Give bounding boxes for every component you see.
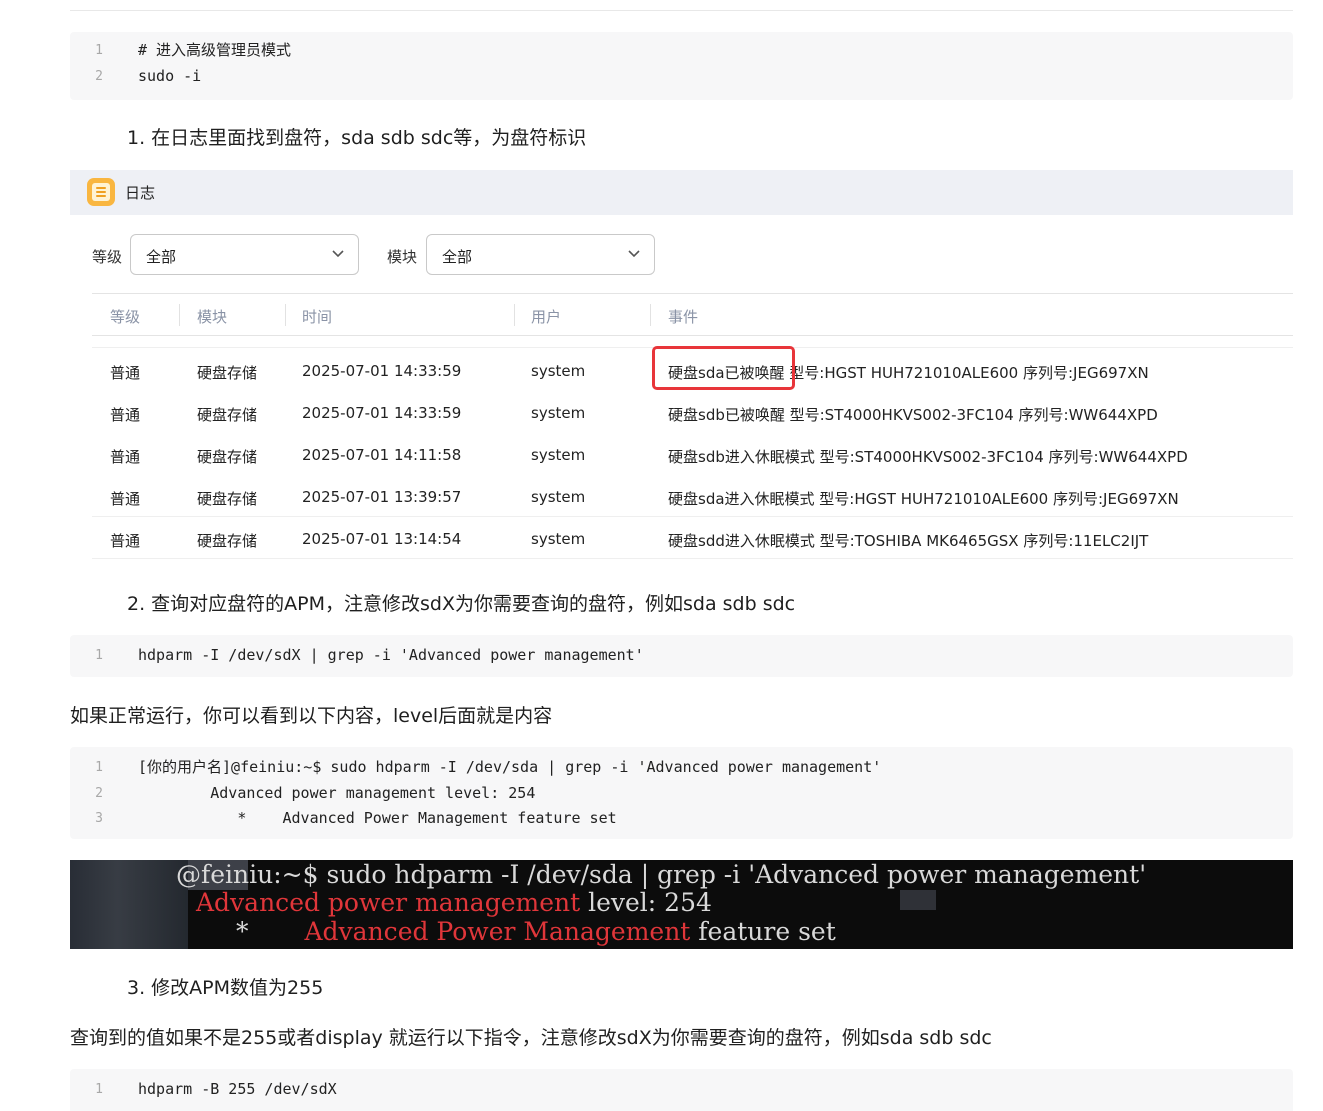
module-filter-label: 模块 (387, 248, 418, 266)
paragraph-expected-output: 如果正常运行，你可以看到以下内容，level后面就是内容 (70, 705, 553, 727)
column-separator (650, 304, 651, 326)
column-separator (179, 304, 180, 326)
log-icon (87, 178, 115, 206)
chevron-down-icon (332, 250, 344, 258)
cell-event: 硬盘sda进入休眠模式 型号:HGST HUH721010ALE600 序列号:… (668, 490, 1179, 508)
code-line: 1 [你的用户名]@feiniu:~$ sudo hdparm -I /dev/s… (70, 755, 1293, 781)
code-block-sample-output: 1 [你的用户名]@feiniu:~$ sudo hdparm -I /dev/s… (70, 747, 1293, 839)
cell-module: 硬盘存储 (197, 406, 258, 424)
terminal-highlight: Advanced Power Management (304, 917, 691, 946)
code-block-set-apm: 1 hdparm -B 255 /dev/sdX (70, 1069, 1293, 1111)
column-header-user: 用户 (531, 308, 562, 326)
cell-user: system (531, 530, 586, 548)
cell-level: 普通 (110, 532, 141, 550)
terminal-highlight: Advanced power management (196, 888, 581, 917)
cell-time: 2025-07-01 14:11:58 (302, 446, 462, 464)
step-3-heading: 3. 修改APM数值为255 (127, 977, 324, 999)
level-filter-value: 全部 (146, 248, 177, 266)
top-divider (70, 10, 1293, 11)
code-line: 1 hdparm -I /dev/sdX | grep -i 'Advanced … (70, 643, 1293, 669)
cell-user: system (531, 446, 586, 464)
table-top-border (92, 293, 1293, 294)
level-filter-label: 等级 (92, 248, 123, 266)
line-number: 1 (95, 43, 103, 58)
terminal-text: feature set (690, 917, 836, 946)
cell-module: 硬盘存储 (197, 448, 258, 466)
terminal-line-command: @feiniu:~$ sudo hdparm -I /dev/sda | gre… (176, 860, 1147, 889)
code-text: Advanced power management level: 254 (138, 783, 536, 802)
terminal-line-feature: * Advanced Power Management feature set (236, 917, 836, 946)
chevron-down-icon (628, 250, 640, 258)
log-panel-header: 日志 (70, 170, 1293, 215)
paragraph-run-command: 查询到的值如果不是255或者display 就运行以下指令，注意修改sdX为你需… (70, 1027, 992, 1049)
level-filter-select[interactable]: 全部 (130, 234, 359, 275)
log-panel-title: 日志 (125, 184, 156, 202)
column-header-level: 等级 (110, 308, 141, 326)
cell-level: 普通 (110, 406, 141, 424)
cell-time: 2025-07-01 13:14:54 (302, 530, 462, 548)
line-number: 3 (95, 811, 103, 826)
code-line: 3 * Advanced Power Management feature se… (70, 806, 1293, 832)
terminal-text: level: 254 (580, 888, 712, 917)
column-header-time: 时间 (302, 308, 333, 326)
cell-event: 硬盘sdb进入休眠模式 型号:ST4000HKVS002-3FC104 序列号:… (668, 448, 1188, 466)
redacted-username (70, 860, 188, 949)
cell-user: system (531, 488, 586, 506)
code-line: 2 Advanced power management level: 254 (70, 781, 1293, 807)
cell-module: 硬盘存储 (197, 364, 258, 382)
cell-event: 硬盘sdd进入休眠模式 型号:TOSHIBA MK6465GSX 序列号:11E… (668, 532, 1149, 550)
code-text: * Advanced Power Management feature set (138, 809, 617, 827)
code-block-query-apm: 1 hdparm -I /dev/sdX | grep -i 'Advanced … (70, 635, 1293, 677)
column-separator (285, 304, 286, 326)
row-divider (92, 558, 1293, 559)
row-divider (92, 516, 1293, 517)
terminal-line-level: Advanced power management level: 254 (196, 888, 712, 917)
terminal-screenshot: @feiniu:~$ sudo hdparm -I /dev/sda | gre… (70, 860, 1293, 949)
code-line: 1 hdparm -B 255 /dev/sdX (70, 1077, 1293, 1103)
code-line: 2 sudo -i (70, 64, 1293, 90)
cell-time: 2025-07-01 14:33:59 (302, 404, 462, 422)
line-number: 1 (95, 1082, 103, 1097)
code-text: sudo -i (138, 66, 202, 85)
column-header-module: 模块 (197, 308, 228, 326)
code-text: [你的用户名]@feiniu:~$ sudo hdparm -I /dev/sd… (138, 758, 882, 776)
terminal-text: * (236, 917, 249, 946)
table-header-border (92, 335, 1293, 336)
highlight-annotation-box (652, 346, 795, 390)
cell-module: 硬盘存储 (197, 490, 258, 508)
cell-user: system (531, 404, 586, 422)
cell-level: 普通 (110, 490, 141, 508)
step-1-heading: 1. 在日志里面找到盘符，sda sdb sdc等，为盘符标识 (127, 127, 587, 149)
code-text: hdparm -I /dev/sdX | grep -i 'Advanced p… (138, 646, 644, 664)
line-number: 2 (95, 785, 103, 801)
step-2-heading: 2. 查询对应盘符的APM，注意修改sdX为你需要查询的盘符，例如sda sdb… (127, 593, 796, 615)
cell-level: 普通 (110, 448, 141, 466)
line-number: 1 (95, 760, 103, 775)
cell-level: 普通 (110, 364, 141, 382)
code-text: # 进入高级管理员模式 (138, 41, 292, 59)
code-block-sudo: 1 # 进入高级管理员模式 2 sudo -i (70, 32, 1293, 100)
line-number: 1 (95, 648, 103, 663)
redacted-block (900, 890, 936, 910)
module-filter-select[interactable]: 全部 (426, 234, 655, 275)
column-header-event: 事件 (668, 308, 699, 326)
line-number: 2 (95, 68, 103, 84)
cell-event: 硬盘sdb已被唤醒 型号:ST4000HKVS002-3FC104 序列号:WW… (668, 406, 1158, 424)
module-filter-value: 全部 (442, 248, 473, 266)
cell-module: 硬盘存储 (197, 532, 258, 550)
code-line: 1 # 进入高级管理员模式 (70, 38, 1293, 64)
column-separator (514, 304, 515, 326)
code-text: hdparm -B 255 /dev/sdX (138, 1080, 337, 1098)
cell-time: 2025-07-01 13:39:57 (302, 488, 462, 506)
cell-time: 2025-07-01 14:33:59 (302, 362, 462, 380)
cell-user: system (531, 362, 586, 380)
